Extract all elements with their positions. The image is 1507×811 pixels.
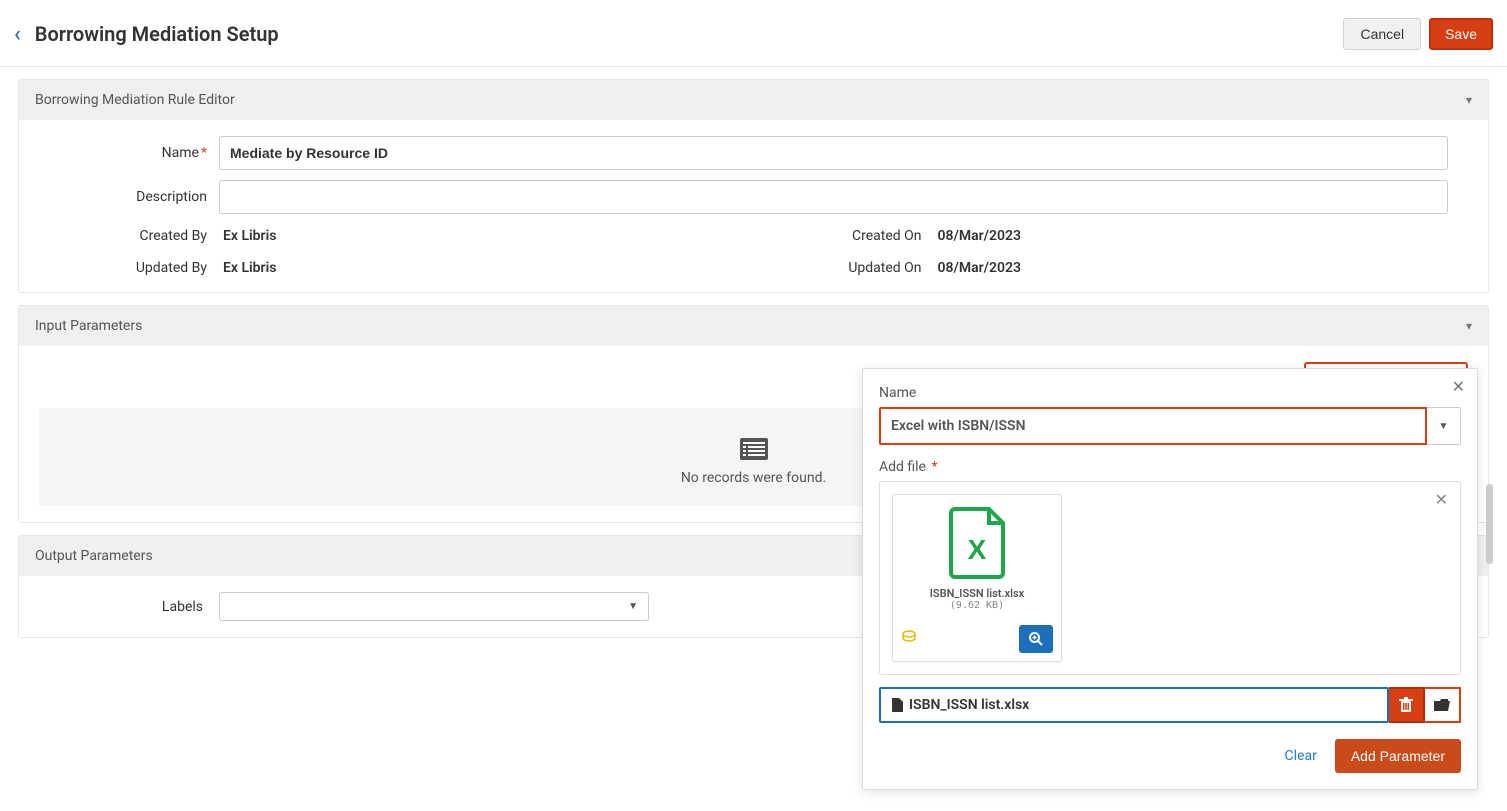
save-button[interactable]: Save: [1429, 18, 1493, 50]
add-parameter-popover: ✕ Name Excel with ISBN/ISSN ▼ Add file *…: [862, 368, 1478, 790]
rule-editor-panel: Borrowing Mediation Rule Editor ▾ Name* …: [18, 79, 1489, 293]
created-by-label: Created By: [39, 228, 219, 244]
list-icon: [740, 438, 768, 460]
add-file-label: Add file *: [879, 459, 1461, 475]
clear-link[interactable]: Clear: [1285, 748, 1317, 764]
parameter-name-select[interactable]: Excel with ISBN/ISSN: [879, 407, 1427, 445]
created-on-label: Created On: [754, 228, 934, 244]
browse-file-button[interactable]: [1425, 687, 1461, 723]
file-tile-name: ISBN_ISSN list.xlsx: [893, 587, 1061, 600]
svg-text:X: X: [968, 534, 987, 565]
parameter-name-value: Excel with ISBN/ISSN: [891, 418, 1025, 434]
close-icon[interactable]: ✕: [1452, 377, 1465, 396]
page-header: ‹ Borrowing Mediation Setup Cancel Save: [0, 0, 1507, 67]
input-parameters-panel-title: Input Parameters: [35, 318, 142, 334]
file-drop-zone[interactable]: ✕ X ISBN_ISSN list.xlsx (9.62 KB): [879, 481, 1461, 675]
updated-on-value: 08/Mar/2023: [934, 260, 1469, 276]
delete-file-button[interactable]: [1389, 687, 1425, 723]
document-icon: [891, 698, 903, 712]
description-label: Description: [39, 189, 219, 205]
trash-icon: [1399, 697, 1413, 713]
updated-on-label: Updated On: [754, 260, 934, 276]
file-path-display[interactable]: ISBN_ISSN list.xlsx: [879, 687, 1389, 723]
chevron-down-icon: ▾: [1466, 93, 1472, 107]
rule-editor-panel-body: Name* Description Created By Ex Libris C…: [19, 120, 1488, 292]
updated-by-label: Updated By: [39, 260, 219, 276]
created-on-value: 08/Mar/2023: [934, 228, 1469, 244]
input-parameters-panel-header[interactable]: Input Parameters ▾: [19, 306, 1488, 346]
cancel-button[interactable]: Cancel: [1343, 18, 1421, 50]
file-tile-size: (9.62 KB): [893, 600, 1061, 611]
rule-editor-panel-header[interactable]: Borrowing Mediation Rule Editor ▾: [19, 80, 1488, 120]
page-title: Borrowing Mediation Setup: [35, 22, 1344, 46]
add-parameter-button[interactable]: Add Parameter: [1335, 739, 1461, 773]
description-input[interactable]: [219, 180, 1448, 214]
excel-file-icon: X: [945, 507, 1009, 579]
output-parameters-panel-title: Output Parameters: [35, 548, 153, 564]
zoom-button[interactable]: [1019, 625, 1053, 653]
created-by-value: Ex Libris: [219, 228, 754, 244]
caret-down-icon: ▼: [1439, 421, 1449, 432]
folder-open-icon: [1434, 699, 1450, 711]
zoom-in-icon: [1028, 631, 1044, 647]
scrollbar-thumb[interactable]: [1486, 484, 1493, 564]
name-label: Name*: [39, 145, 219, 161]
file-path-text: ISBN_ISSN list.xlsx: [909, 697, 1029, 713]
rule-editor-panel-title: Borrowing Mediation Rule Editor: [35, 92, 235, 108]
popover-name-label: Name: [879, 385, 1461, 401]
labels-label: Labels: [39, 599, 219, 615]
caret-down-icon: ▼: [628, 601, 638, 612]
chevron-down-icon: ▾: [1466, 319, 1472, 333]
file-tile: X ISBN_ISSN list.xlsx (9.62 KB): [892, 494, 1062, 662]
parameter-name-caret[interactable]: ▼: [1427, 407, 1461, 445]
labels-select[interactable]: ▼: [219, 592, 649, 621]
name-input[interactable]: [219, 136, 1448, 170]
remove-file-icon[interactable]: ✕: [1435, 490, 1448, 509]
updated-by-value: Ex Libris: [219, 260, 754, 276]
coin-icon: [901, 629, 917, 649]
back-chevron-icon[interactable]: ‹: [14, 22, 21, 47]
